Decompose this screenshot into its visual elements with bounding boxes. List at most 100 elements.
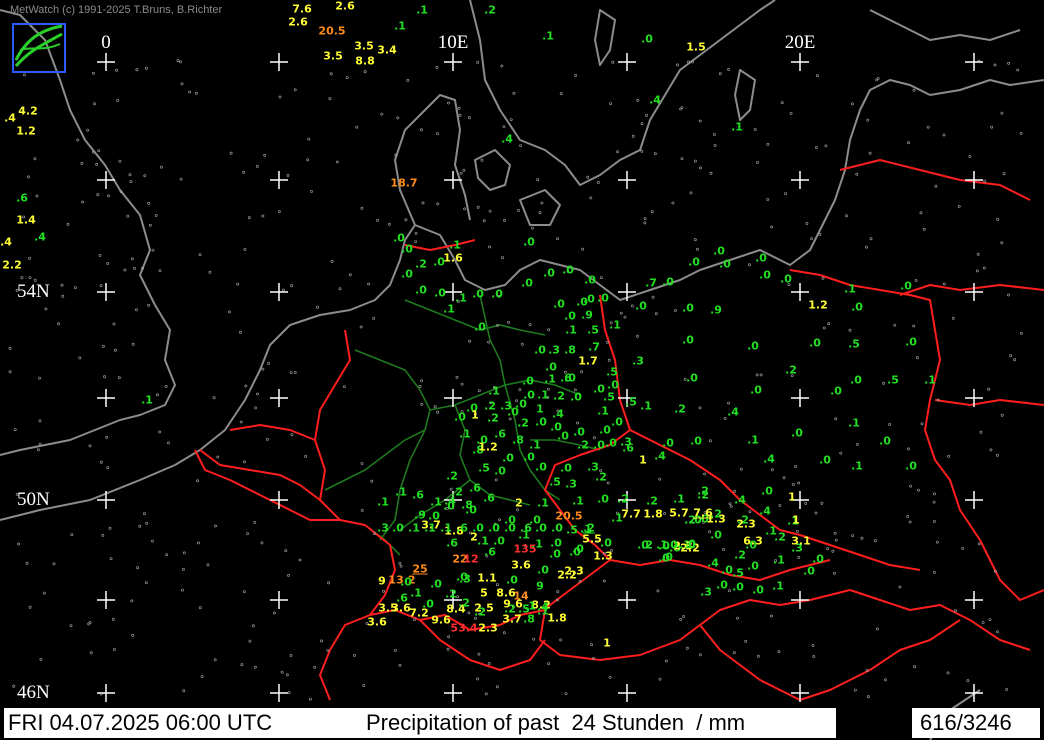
station-value: .1	[731, 120, 743, 134]
station-value: .0	[521, 276, 533, 290]
station-value: .0	[599, 423, 611, 437]
station-value: .0	[537, 563, 549, 577]
station-value: .6	[16, 191, 28, 205]
station-value: .2	[646, 494, 658, 508]
station-value: .0	[597, 291, 609, 305]
station-value: .5	[848, 337, 860, 351]
station-value: .0	[780, 272, 792, 286]
station-value: .1	[640, 399, 652, 413]
station-value: 25	[412, 562, 428, 576]
station-value: .0	[488, 521, 500, 535]
station-value: 2.2	[557, 568, 577, 582]
station-value: .2	[504, 602, 516, 616]
station-value: .1	[673, 492, 685, 506]
station-value: .0	[549, 547, 561, 561]
station-value: .0	[761, 484, 773, 498]
station-value: .0	[535, 415, 547, 429]
station-value: 53.4	[450, 621, 478, 635]
station-value: 3.1	[791, 534, 811, 548]
station-value: .4	[0, 235, 12, 249]
station-value: .1	[565, 323, 577, 337]
station-value: .0	[597, 492, 609, 506]
station-value: 1.2	[478, 440, 498, 454]
station-value: .6	[469, 481, 481, 495]
station-value: 6.3	[743, 534, 763, 548]
station-value: .0	[830, 384, 842, 398]
station-value: .1	[572, 494, 584, 508]
station-value: 3.6	[367, 615, 387, 629]
station-value: 1.4	[16, 213, 36, 227]
station-value: .1	[424, 521, 436, 535]
station-value: .1	[395, 485, 407, 499]
station-value: .5	[732, 566, 744, 580]
station-value: 8.8	[355, 54, 375, 68]
lon-label-0: 0	[101, 32, 111, 53]
station-value: .0	[401, 242, 413, 256]
station-value: .0	[454, 410, 466, 424]
station-value: 1	[792, 513, 800, 527]
station-value: .1	[537, 604, 549, 618]
station-value: .2	[484, 3, 496, 17]
station-value: 2.2	[2, 258, 22, 272]
station-value: .6	[412, 488, 424, 502]
station-value: .0	[682, 301, 694, 315]
station-value: .0	[569, 545, 581, 559]
station-value: .1	[772, 579, 784, 593]
station-value: .3	[700, 585, 712, 599]
station-value: 2.3	[478, 621, 498, 635]
station-value: .0	[716, 578, 728, 592]
station-value: .1	[773, 553, 785, 567]
station-value: .0	[809, 336, 821, 350]
station-value: .0	[752, 583, 764, 597]
station-value: .0	[551, 521, 563, 535]
station-value: .5	[566, 523, 578, 537]
station-value: 7.6	[292, 2, 312, 16]
station-value: .1	[408, 521, 420, 535]
station-value: .2	[458, 596, 470, 610]
station-value: .8	[564, 343, 576, 357]
station-value: .0	[443, 499, 455, 513]
station-value: .0	[415, 283, 427, 297]
copyright-text: MetWatch (c) 1991-2025 T.Bruns, B.Richte…	[10, 4, 223, 16]
station-value: .0	[564, 309, 576, 323]
station-value: .1	[394, 19, 406, 33]
station-value: .0	[600, 536, 612, 550]
station-value: 1.1	[477, 571, 497, 585]
station-value: .0	[401, 267, 413, 281]
observation-time: FRI 04.07.2025 06:00 UTC	[8, 710, 273, 735]
station-value: 3.5	[354, 39, 374, 53]
station-value: .1	[537, 388, 549, 402]
station-value: .0	[732, 580, 744, 594]
station-value: .0	[666, 538, 678, 552]
station-value: .4	[759, 504, 771, 518]
station-value: .0	[662, 275, 674, 289]
station-value: .0	[584, 273, 596, 287]
station-value: .4	[763, 452, 775, 466]
station-value: .0	[543, 266, 555, 280]
station-value: .0	[535, 460, 547, 474]
station-value: .0	[560, 461, 572, 475]
station-value: 3.6	[511, 558, 531, 572]
country-borders	[194, 159, 1044, 701]
station-value: .0	[523, 235, 535, 249]
station-value: .0	[686, 371, 698, 385]
station-value: .1	[430, 495, 442, 509]
station-value: 9	[536, 579, 544, 593]
station-value: .0	[662, 436, 674, 450]
station-value: .0	[688, 255, 700, 269]
station-value: .0	[506, 573, 518, 587]
station-value: 12	[463, 552, 479, 566]
station-value: .0	[593, 438, 605, 452]
station-value: .0	[641, 32, 653, 46]
station-value: .0	[545, 360, 557, 374]
station-value: .1	[141, 393, 153, 407]
station-value: 3.4	[377, 43, 397, 57]
station-value: .2	[617, 492, 629, 506]
station-value: .0	[719, 257, 731, 271]
station-value: .5	[478, 461, 490, 475]
station-value: .0	[472, 287, 484, 301]
station-value: .0	[504, 521, 516, 535]
station-value: .9	[710, 303, 722, 317]
station-value: .7	[645, 276, 657, 290]
station-value: 9	[378, 574, 386, 588]
